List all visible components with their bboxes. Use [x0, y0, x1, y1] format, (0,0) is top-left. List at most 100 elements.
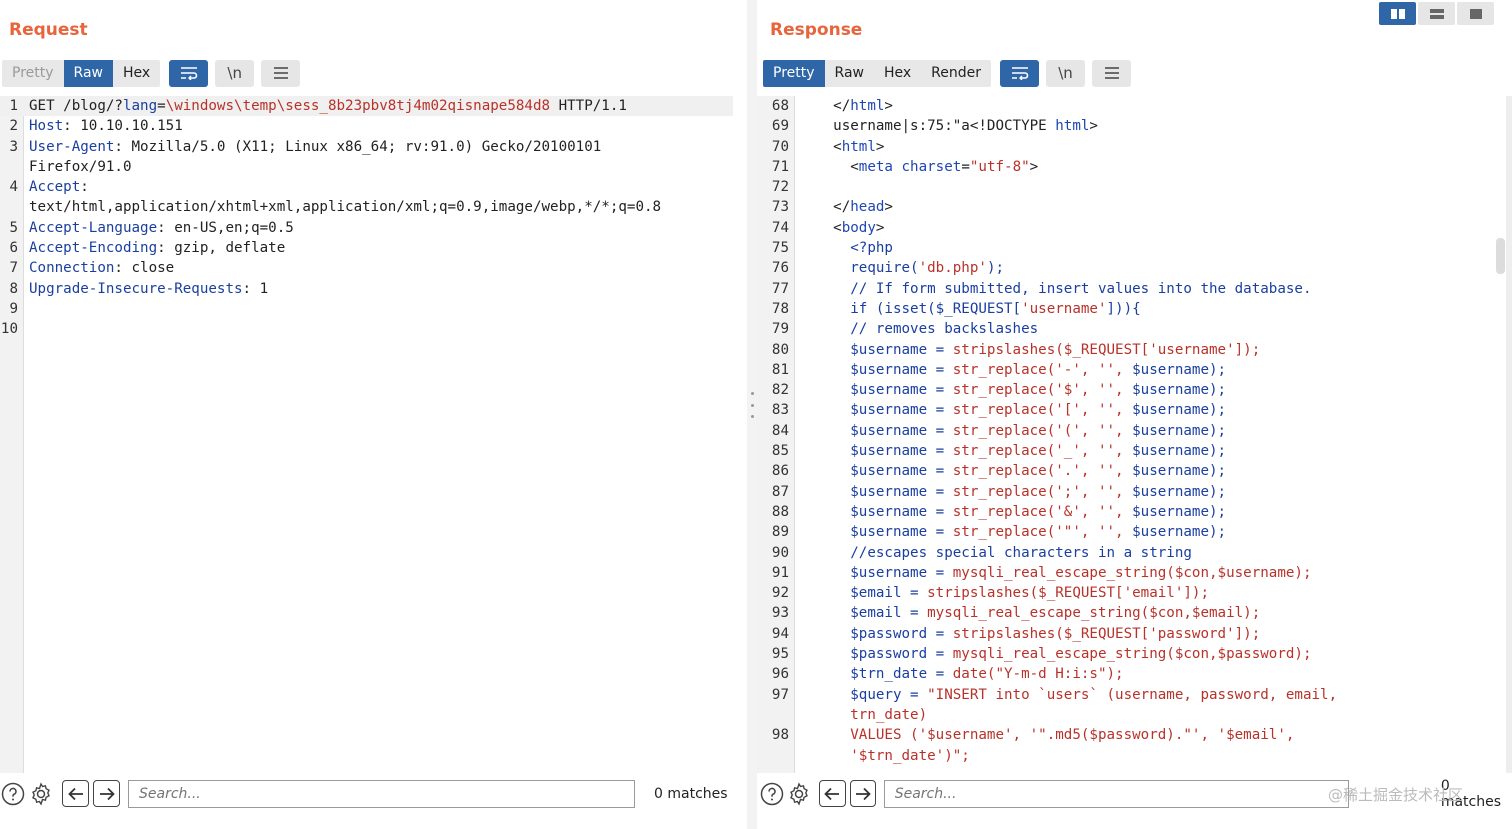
- line-text: $username = str_replace('-', '', $userna…: [799, 360, 1226, 380]
- response-help-button[interactable]: [759, 781, 784, 807]
- layout-stacked-button[interactable]: [1418, 2, 1455, 25]
- code-token: Connection: [29, 260, 115, 277]
- response-menu-button[interactable]: [1092, 59, 1132, 87]
- request-match-count: 0 matches: [654, 785, 728, 802]
- line-text: trn_date): [799, 705, 927, 725]
- line-text: $username = stripslashes($_REQUEST['user…: [799, 340, 1260, 360]
- request-prev-match-button[interactable]: [62, 780, 89, 807]
- line-text: $trn_date = date("Y-m-d H:i:s");: [799, 664, 1123, 684]
- code-line: 68 </html>: [757, 96, 1495, 116]
- request-view-tabs: Pretty Raw Hex: [2, 59, 161, 87]
- request-tab-raw[interactable]: Raw: [63, 59, 113, 87]
- code-token: Accept-Language: [29, 219, 158, 236]
- response-code: 68 </html> 69 username|s:75:"a<!DOCTYPE h…: [757, 96, 1495, 766]
- request-newline-button[interactable]: \n: [215, 59, 255, 87]
- response-wrap-button[interactable]: [1000, 59, 1040, 87]
- code-line: 88 $username = str_replace('&', '', $use…: [757, 502, 1495, 522]
- code-token: $query =: [799, 686, 928, 703]
- code-line: 96 $trn_date = date("Y-m-d H:i:s");: [757, 664, 1495, 684]
- request-editor[interactable]: 1 GET /blog/?lang=\windows\temp\sess_8b23…: [0, 96, 733, 773]
- response-scrollbar-thumb[interactable]: [1496, 238, 1505, 274]
- code-line: '$trn_date')";: [757, 746, 1495, 766]
- code-token: $username);: [1132, 422, 1227, 439]
- request-tab-hex[interactable]: Hex: [113, 60, 160, 87]
- line-number: 82: [771, 382, 789, 399]
- code-token: : en-US,en;q=0.5: [157, 219, 294, 236]
- code-token: '$trn_date')";: [799, 747, 970, 764]
- code-token: : 10.10.10.151: [63, 118, 183, 135]
- code-token: \windows\temp\sess_8b23pbv8tj4m02qisnape…: [165, 98, 551, 114]
- line-text: $username = str_replace('.', '', $userna…: [799, 461, 1226, 481]
- code-token: head: [850, 199, 885, 216]
- response-view-tabs: Pretty Raw Hex Render: [763, 59, 992, 87]
- code-line: 3 User-Agent: Mozilla/5.0 (X11; Linux x86…: [0, 137, 733, 157]
- code-line: 73 </head>: [757, 197, 1495, 217]
- line-number: 1: [9, 98, 18, 114]
- code-token: $username);: [1132, 382, 1227, 399]
- code-token: $username =: [799, 382, 953, 399]
- code-line: 8 Upgrade-Insecure-Requests: 1: [0, 279, 733, 299]
- response-settings-button[interactable]: [786, 781, 811, 807]
- line-number: 77: [771, 280, 789, 297]
- layout-single-button[interactable]: [1457, 2, 1494, 25]
- line-number: 81: [771, 361, 789, 378]
- code-token: );: [986, 260, 1005, 277]
- response-next-match-button[interactable]: [849, 780, 876, 807]
- code-token: Firefox/91.0: [29, 158, 132, 175]
- code-token: str_replace('"', '',: [952, 524, 1133, 541]
- newline-icon: \n: [227, 64, 242, 82]
- line-text: GET /blog/?lang=\windows\temp\sess_8b23p…: [29, 96, 627, 116]
- code-token: : Mozilla/5.0 (X11; Linux x86_64; rv:91.…: [114, 138, 602, 155]
- drag-handle-icon: [749, 392, 755, 418]
- code-token: $email =: [799, 585, 928, 602]
- code-token: $username =: [799, 402, 953, 419]
- request-settings-button[interactable]: [28, 781, 54, 807]
- code-token: :: [80, 179, 89, 196]
- pane-splitter[interactable]: [747, 0, 757, 829]
- line-text: </html>: [799, 96, 893, 116]
- code-token: </: [799, 98, 851, 114]
- code-token: // If form submitted, insert values into…: [799, 280, 1312, 297]
- line-number: 85: [771, 443, 789, 460]
- line-number: 89: [771, 524, 789, 541]
- request-wrap-button[interactable]: [169, 59, 209, 87]
- code-token: stripslashes($_REQUEST['email']);: [927, 585, 1209, 602]
- response-prev-match-button[interactable]: [819, 780, 846, 807]
- line-number: 76: [771, 260, 789, 277]
- line-number: 70: [771, 138, 789, 155]
- code-token: $username);: [1132, 463, 1227, 480]
- response-tab-raw[interactable]: Raw: [825, 60, 874, 87]
- line-number: 96: [771, 666, 789, 683]
- request-next-match-button[interactable]: [93, 780, 120, 807]
- line-text: $password = stripslashes($_REQUEST['pass…: [799, 624, 1260, 644]
- response-tab-pretty[interactable]: Pretty: [763, 59, 825, 87]
- response-tab-render[interactable]: Render: [921, 60, 991, 87]
- request-search-input[interactable]: [128, 779, 635, 808]
- response-pane: Response Pretty Raw Hex Render \n 68 </h…: [757, 0, 1512, 829]
- line-number: 95: [771, 646, 789, 663]
- code-token: </: [799, 199, 851, 216]
- code-line: 81 $username = str_replace('-', '', $use…: [757, 360, 1495, 380]
- response-newline-button[interactable]: \n: [1046, 59, 1086, 87]
- line-text: <?php: [799, 238, 893, 258]
- code-token: Accept: [29, 179, 81, 196]
- request-menu-button[interactable]: [261, 59, 301, 87]
- line-number: 80: [771, 341, 789, 358]
- line-number: 86: [771, 463, 789, 480]
- line-text: Upgrade-Insecure-Requests: 1: [29, 279, 268, 299]
- line-number: 71: [771, 158, 789, 175]
- line-text: $username = str_replace('(', '', $userna…: [799, 421, 1226, 441]
- code-token: html: [850, 98, 885, 114]
- line-number: 3: [9, 138, 18, 155]
- code-token: $username =: [799, 564, 953, 581]
- line-number: 90: [771, 544, 789, 561]
- arrow-left-icon: [824, 787, 840, 800]
- request-tab-pretty[interactable]: Pretty: [2, 60, 64, 87]
- response-editor[interactable]: 68 </html> 69 username|s:75:"a<!DOCTYPE h…: [757, 96, 1495, 773]
- line-text: <body>: [799, 218, 884, 238]
- response-tab-hex[interactable]: Hex: [874, 60, 921, 87]
- code-line: 91 $username = mysqli_real_escape_string…: [757, 563, 1495, 583]
- response-search-input[interactable]: [883, 779, 1349, 808]
- layout-side-by-side-button[interactable]: [1379, 2, 1416, 25]
- request-help-button[interactable]: [0, 781, 26, 807]
